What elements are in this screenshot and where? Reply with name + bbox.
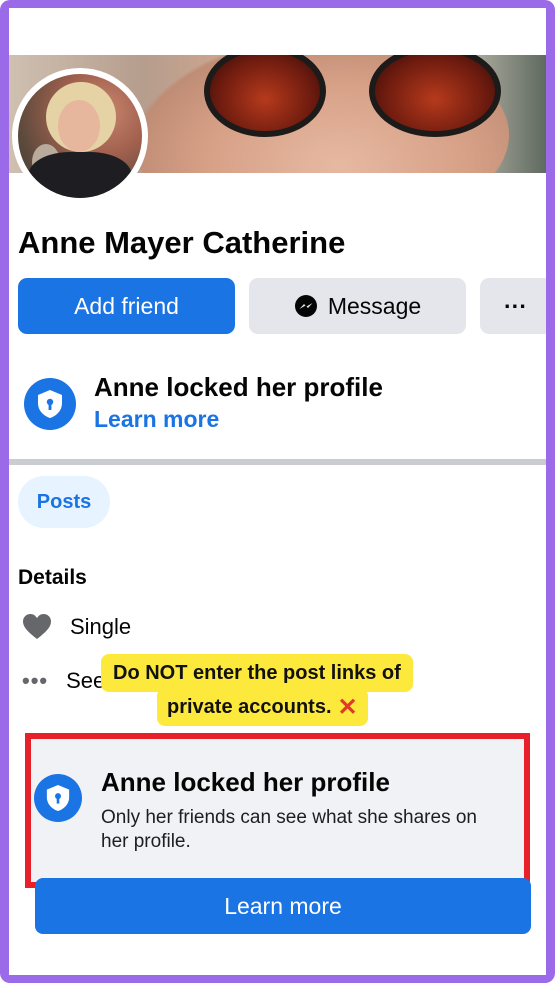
annotation-callout-line2: private accounts. ✕ [157,688,368,726]
more-dots-icon: ••• [22,668,49,693]
annotation-callout-line1: Do NOT enter the post links of [101,654,413,692]
messenger-icon [294,295,317,317]
relationship-status: Single [70,614,132,639]
details-heading: Details [18,566,87,589]
more-dots-icon: ··· [504,292,527,319]
lock-notice-title: Anne locked her profile [94,372,383,402]
red-x-icon: ✕ [337,693,358,721]
message-label: Message [327,292,422,319]
heart-icon [23,614,51,639]
shield-lock-icon [24,378,76,430]
learn-more-link[interactable]: Learn more [94,406,219,433]
locked-card-title: Anne locked her profile [101,767,390,797]
learn-more-button[interactable]: Learn more [35,878,531,934]
section-divider [9,459,546,465]
tab-posts[interactable]: Posts [18,476,110,528]
avatar-coat [28,152,132,198]
avatar[interactable] [12,68,148,204]
message-button[interactable]: Message [249,278,466,334]
avatar-photo [18,74,142,198]
avatar-face [58,100,100,152]
locked-card-description: Only her friends can see what she shares… [101,807,477,852]
see-more-row[interactable]: ••• See [22,668,105,694]
more-button[interactable]: ··· [480,278,546,334]
profile-screen: Anne Mayer Catherine Add friend Message … [9,8,546,975]
profile-name: Anne Mayer Catherine [18,225,346,260]
add-friend-button[interactable]: Add friend [18,278,235,334]
see-more-label: See [66,668,106,693]
annotation-line2-text: private accounts. [167,695,332,718]
relationship-row: Single [22,613,131,641]
shield-lock-icon [34,774,82,822]
